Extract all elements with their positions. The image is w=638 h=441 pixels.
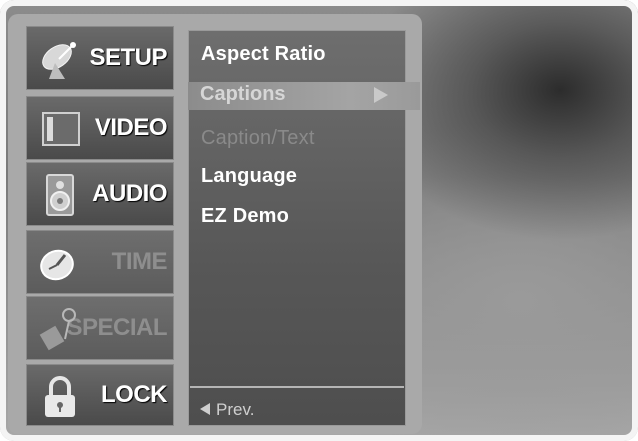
tab-video-label: VIDEO (94, 114, 168, 141)
tab-lock-label: LOCK (101, 381, 168, 408)
satellite-dish-icon (42, 42, 76, 79)
tab-setup[interactable]: SETUP (26, 26, 174, 90)
tab-audio[interactable]: AUDIO (26, 162, 174, 226)
tab-video[interactable]: VIDEO (26, 96, 174, 160)
prev-button[interactable]: Prev. (200, 400, 254, 420)
screen-icon (42, 112, 80, 146)
menu-item-language[interactable]: Language (201, 165, 297, 188)
menu-item-aspect-ratio[interactable]: Aspect Ratio (201, 43, 326, 66)
tab-time-label: TIME (111, 248, 168, 275)
speaker-icon (46, 174, 74, 216)
padlock-icon (45, 376, 75, 417)
menu-item-caption-text: Caption/Text (201, 127, 315, 149)
prev-label: Prev. (216, 400, 255, 419)
tab-time[interactable]: TIME (26, 230, 174, 294)
special-icon (39, 308, 76, 351)
tab-setup-label: SETUP (89, 44, 167, 71)
tab-audio-label: AUDIO (92, 180, 167, 207)
tab-lock[interactable]: LOCK (26, 364, 174, 426)
tab-special[interactable]: SPECIAL (26, 296, 174, 360)
clock-icon (40, 249, 74, 281)
submenu-arrow-icon (374, 87, 388, 103)
divider (190, 386, 404, 388)
menu-item-captions[interactable]: Captions (188, 82, 420, 110)
menu-item-captions-label: Captions (200, 83, 286, 105)
menu-item-ez-demo[interactable]: EZ Demo (201, 205, 289, 228)
left-arrow-icon (200, 403, 210, 416)
